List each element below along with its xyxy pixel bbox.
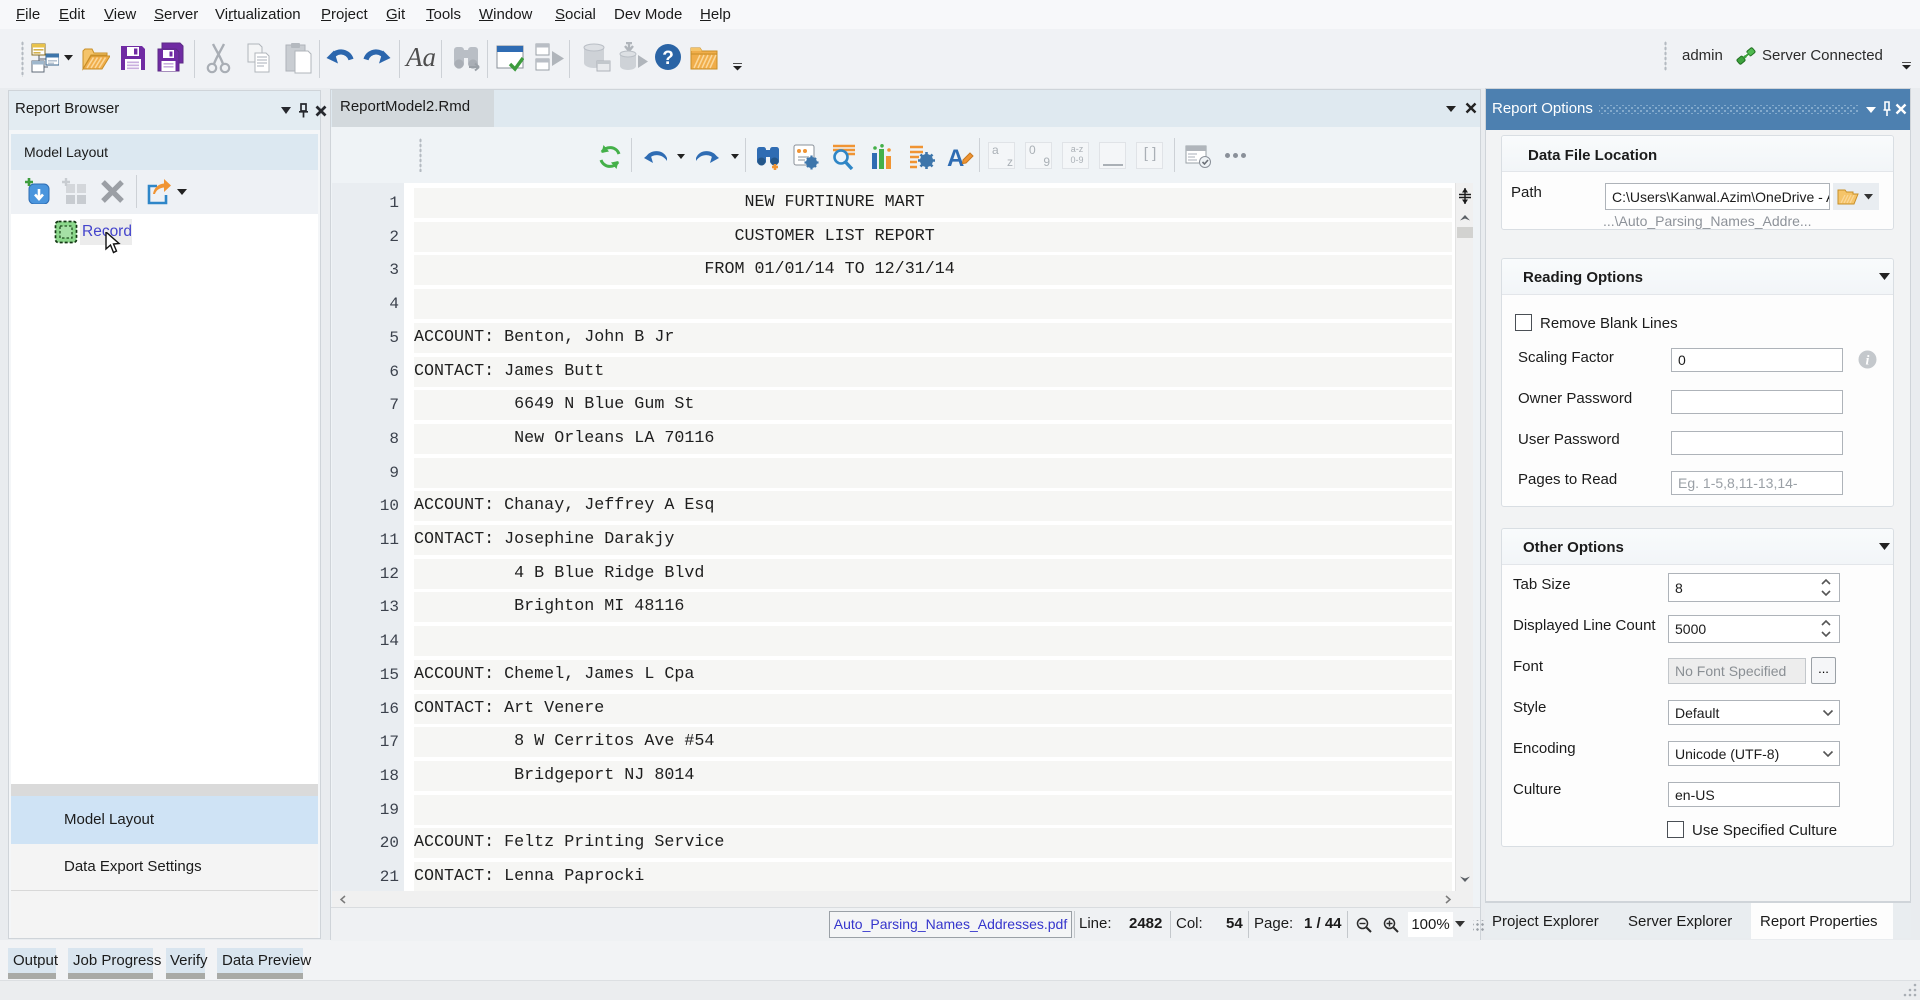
svg-text:?: ? [662,48,674,69]
svg-text:A: A [947,145,964,170]
svg-text:i: i [1866,354,1870,369]
